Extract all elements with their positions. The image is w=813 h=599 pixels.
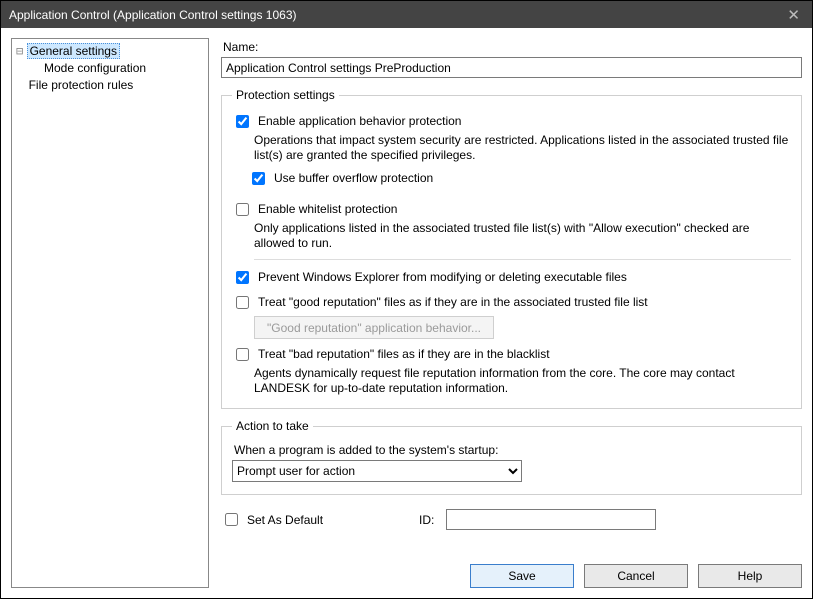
action-to-take-group: Action to take When a program is added t…: [221, 419, 802, 495]
bad-reputation-desc: Agents dynamically request file reputati…: [254, 366, 791, 396]
protection-settings-group: Protection settings Enable application b…: [221, 88, 802, 409]
good-reputation-label[interactable]: Treat "good reputation" files as if they…: [258, 295, 648, 309]
tree-item-label: General settings: [27, 43, 120, 59]
id-field: [446, 509, 656, 530]
name-label: Name:: [223, 40, 802, 54]
divider: [254, 259, 791, 260]
enable-behavior-desc: Operations that impact system security a…: [254, 133, 791, 163]
set-as-default-checkbox[interactable]: [225, 513, 238, 526]
bad-reputation-checkbox[interactable]: [236, 348, 249, 361]
startup-action-label: When a program is added to the system's …: [234, 443, 791, 457]
tree-branch-icon: [16, 78, 23, 92]
good-reputation-behavior-button: "Good reputation" application behavior..…: [254, 316, 494, 339]
buffer-overflow-checkbox[interactable]: [252, 172, 265, 185]
name-input[interactable]: [221, 57, 802, 78]
bad-reputation-label[interactable]: Treat "bad reputation" files as if they …: [258, 347, 550, 361]
whitelist-desc: Only applications listed in the associat…: [254, 221, 791, 251]
close-icon[interactable]: ✕: [783, 6, 804, 24]
tree-item-mode-configuration[interactable]: Mode configuration: [14, 60, 206, 77]
enable-behavior-checkbox[interactable]: [236, 115, 249, 128]
action-to-take-legend: Action to take: [232, 419, 313, 433]
protection-settings-legend: Protection settings: [232, 88, 339, 102]
id-label: ID:: [419, 513, 434, 527]
tree-item-label: File protection rules: [27, 78, 136, 92]
help-button[interactable]: Help: [698, 564, 802, 588]
set-as-default-label[interactable]: Set As Default: [247, 513, 323, 527]
whitelist-label[interactable]: Enable whitelist protection: [258, 202, 397, 216]
cancel-button[interactable]: Cancel: [584, 564, 688, 588]
prevent-explorer-label[interactable]: Prevent Windows Explorer from modifying …: [258, 270, 627, 284]
good-reputation-checkbox[interactable]: [236, 296, 249, 309]
buffer-overflow-label[interactable]: Use buffer overflow protection: [274, 171, 433, 185]
save-button[interactable]: Save: [470, 564, 574, 588]
whitelist-checkbox[interactable]: [236, 203, 249, 216]
tree-item-general-settings[interactable]: ⊟ General settings: [14, 43, 206, 60]
settings-tree[interactable]: ⊟ General settings Mode configuration Fi…: [11, 38, 209, 588]
tree-item-label: Mode configuration: [42, 61, 148, 75]
title-bar: Application Control (Application Control…: [1, 1, 812, 28]
prevent-explorer-checkbox[interactable]: [236, 271, 249, 284]
tree-expander-icon[interactable]: ⊟: [16, 44, 23, 58]
window-title: Application Control (Application Control…: [9, 8, 297, 22]
tree-item-file-protection-rules[interactable]: File protection rules: [14, 77, 206, 94]
enable-behavior-label[interactable]: Enable application behavior protection: [258, 114, 461, 128]
startup-action-select[interactable]: Prompt user for action: [232, 460, 522, 482]
